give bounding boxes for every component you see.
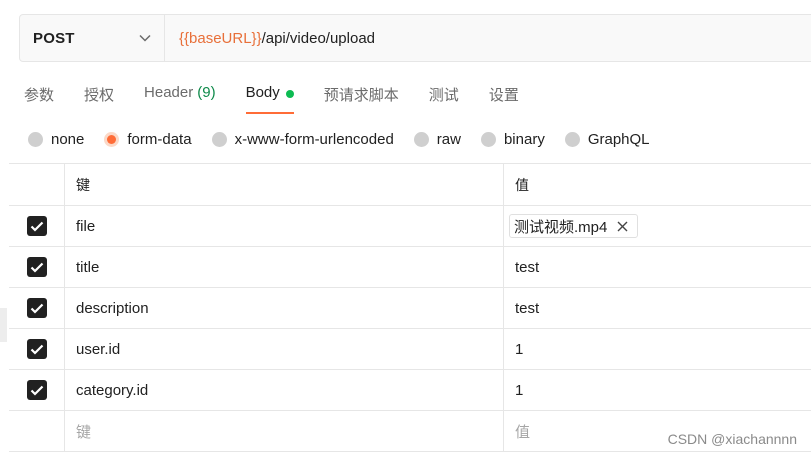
tab-label: 预请求脚本: [323, 87, 399, 104]
row-value[interactable]: 1: [504, 370, 811, 410]
table-row: description test: [9, 288, 811, 329]
body-active-dot-icon: [285, 90, 294, 98]
row-check-cell: [9, 370, 65, 410]
row-value[interactable]: 测试视频.mp4: [504, 206, 811, 246]
table-row: title test: [9, 247, 811, 288]
radio-icon: [564, 131, 580, 147]
row-key[interactable]: file: [65, 206, 504, 246]
row-key[interactable]: title: [65, 247, 504, 287]
body-type-label: x-www-form-urlencoded: [234, 130, 394, 148]
checkmark-icon: [30, 385, 43, 396]
request-tabs: 参数 授权 Header (9) Body 预请求脚本 测试 设置: [24, 82, 549, 114]
remove-file-icon[interactable]: [617, 220, 629, 232]
table-row: category.id 1: [9, 370, 811, 411]
row-value[interactable]: 1: [504, 329, 811, 369]
body-type-label: binary: [503, 130, 545, 148]
tab-pre-request-script[interactable]: 预请求脚本: [324, 82, 399, 114]
radio-icon: [211, 131, 227, 147]
watermark: CSDN @xiachannnn: [667, 431, 797, 447]
file-chip: 测试视频.mp4: [509, 214, 639, 238]
column-header-key: 键: [65, 164, 504, 205]
tab-label: Header: [144, 84, 194, 101]
row-check-cell: [9, 411, 65, 451]
method-select[interactable]: POST: [20, 15, 165, 61]
tab-label: 测试: [428, 87, 459, 104]
tab-label: 授权: [84, 87, 115, 104]
new-key-input[interactable]: 键: [65, 411, 504, 451]
body-type-radio-group: none form-data x-www-form-urlencoded raw…: [28, 128, 670, 150]
body-type-label: form-data: [127, 130, 192, 148]
header-count: (9): [197, 84, 216, 101]
method-label: POST: [33, 29, 75, 47]
radio-icon: [413, 131, 429, 147]
request-url-bar: POST {{baseURL}}/api/video/upload: [19, 14, 811, 62]
row-checkbox[interactable]: [26, 380, 47, 400]
checkmark-icon: [30, 262, 43, 273]
tab-settings[interactable]: 设置: [489, 82, 519, 114]
row-checkbox[interactable]: [26, 339, 47, 359]
table-header-row: 键 值: [9, 164, 811, 206]
scroll-strip: [0, 308, 7, 342]
chevron-down-icon: [138, 31, 152, 45]
row-value[interactable]: test: [504, 288, 811, 328]
row-checkbox[interactable]: [26, 257, 47, 277]
url-path: /api/video/upload: [261, 29, 376, 47]
row-check-cell: [9, 247, 65, 287]
checkmark-icon: [30, 344, 43, 355]
body-type-binary[interactable]: binary: [480, 130, 545, 148]
body-type-label: none: [51, 130, 85, 148]
row-check-cell: [9, 329, 65, 369]
row-key[interactable]: user.id: [65, 329, 504, 369]
header-check-cell: [9, 164, 65, 205]
url-variable: {{baseURL}}: [179, 29, 262, 47]
column-header-value: 值: [515, 176, 529, 193]
body-type-graphql[interactable]: GraphQL: [564, 130, 650, 148]
radio-icon: [480, 131, 496, 147]
tab-label: 参数: [24, 87, 55, 104]
checkmark-icon: [30, 303, 43, 314]
body-type-raw[interactable]: raw: [413, 130, 461, 148]
tab-body[interactable]: Body: [245, 82, 294, 114]
body-type-form-data[interactable]: form-data: [104, 130, 192, 148]
tab-authorization[interactable]: 授权: [84, 82, 114, 114]
url-input[interactable]: {{baseURL}}/api/video/upload: [165, 15, 811, 61]
row-checkbox[interactable]: [26, 298, 47, 318]
row-key[interactable]: description: [65, 288, 504, 328]
body-type-urlencoded[interactable]: x-www-form-urlencoded: [211, 130, 394, 148]
tab-params[interactable]: 参数: [24, 82, 54, 114]
body-type-none[interactable]: none: [28, 131, 84, 148]
row-checkbox[interactable]: [26, 216, 47, 236]
radio-selected-icon: [104, 131, 120, 147]
checkmark-icon: [30, 221, 43, 232]
row-key[interactable]: category.id: [65, 370, 504, 410]
tab-headers[interactable]: Header (9): [144, 82, 216, 114]
file-name: 测试视频.mp4: [514, 218, 608, 236]
tab-label: Body: [245, 84, 280, 101]
row-value[interactable]: test: [504, 247, 811, 287]
body-type-label: raw: [436, 130, 461, 148]
row-check-cell: [9, 206, 65, 246]
radio-icon: [28, 131, 43, 147]
table-row: user.id 1: [9, 329, 811, 370]
form-data-table: 键 值 file 测试视频.mp4 title test description…: [9, 163, 811, 452]
table-row: file 测试视频.mp4: [9, 206, 811, 247]
tab-label: 设置: [488, 87, 519, 104]
body-type-label: GraphQL: [587, 130, 650, 148]
tab-tests[interactable]: 测试: [429, 82, 459, 114]
row-check-cell: [9, 288, 65, 328]
